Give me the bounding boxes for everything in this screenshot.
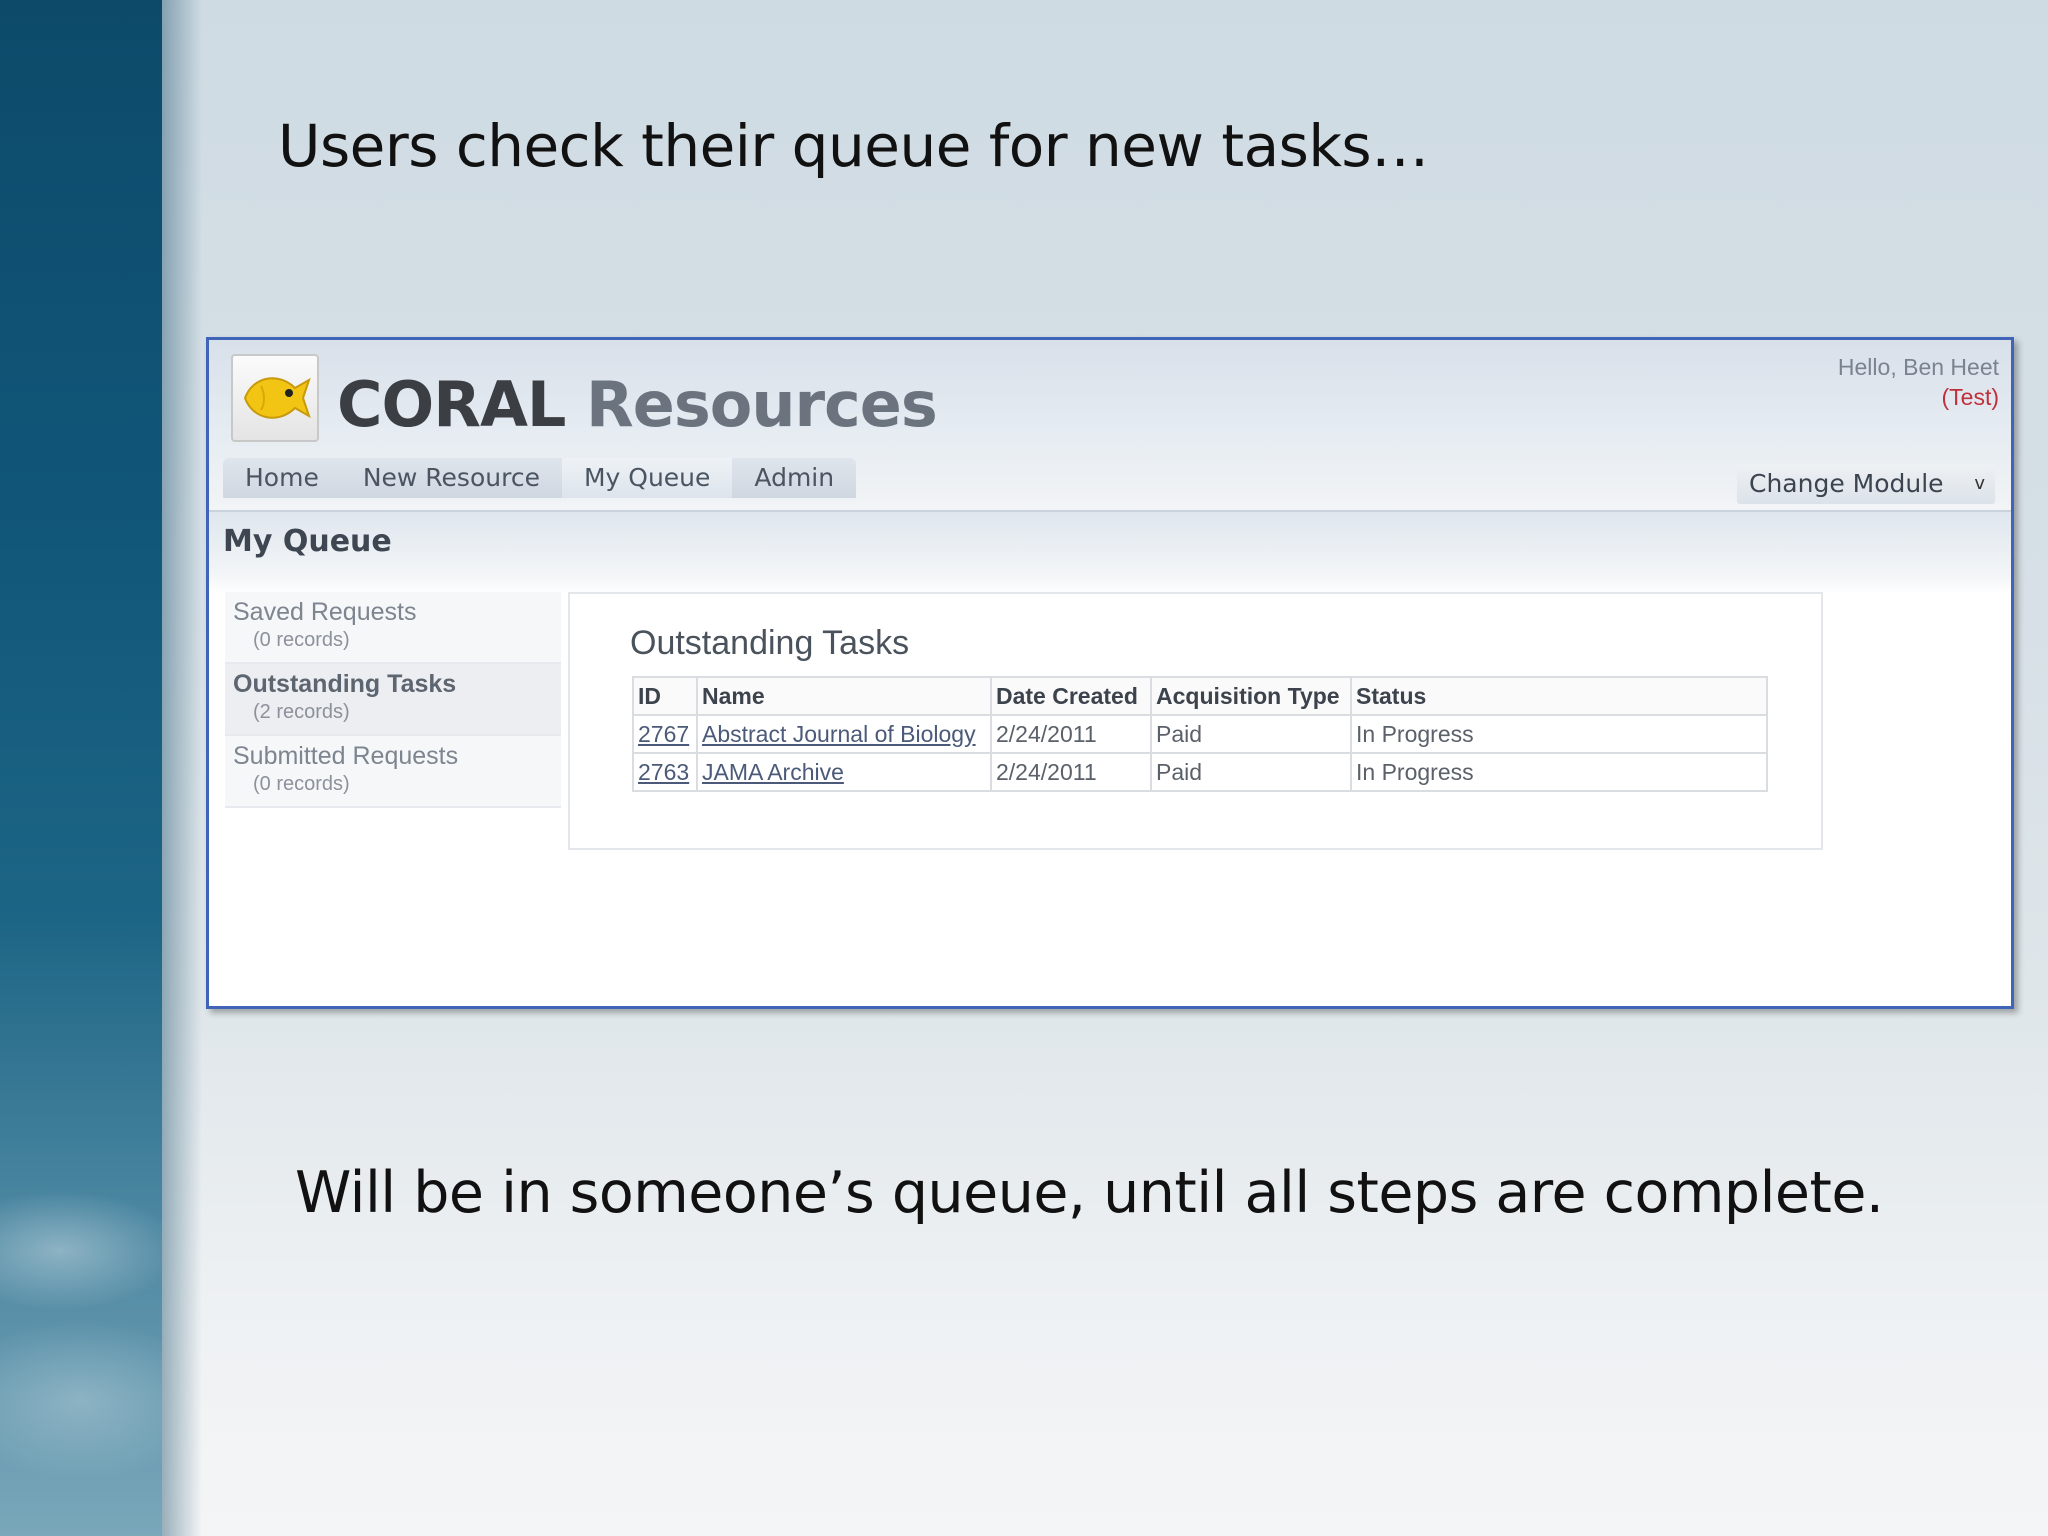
sidebar-item-label: Outstanding Tasks: [233, 670, 457, 698]
table-header-row: ID Name Date Created Acquisition Type St…: [632, 676, 1768, 716]
change-module-select[interactable]: Change Module v: [1737, 464, 1995, 504]
table-row: 2763 JAMA Archive 2/24/2011 Paid In Prog…: [632, 752, 1768, 792]
outstanding-tasks-panel: Outstanding Tasks ID Name Date Created A…: [568, 592, 1823, 850]
user-greeting: Hello, Ben Heet (Test): [1838, 352, 1999, 412]
resource-name-link[interactable]: Abstract Journal of Biology: [702, 721, 976, 747]
cell-status: In Progress: [1350, 714, 1768, 754]
column-header-acquisition-type[interactable]: Acquisition Type: [1150, 676, 1352, 716]
fish-logo-icon[interactable]: [231, 354, 319, 442]
task-id-link[interactable]: 2763: [638, 759, 689, 785]
cell-name: JAMA Archive: [696, 752, 992, 792]
table-row: 2767 Abstract Journal of Biology 2/24/20…: [632, 714, 1768, 754]
greeting-text: Hello, Ben Heet: [1837, 354, 1999, 380]
sidebar-item-count: (0 records): [253, 629, 350, 651]
cell-date-created: 2/24/2011: [990, 752, 1152, 792]
test-mode-label: (Test): [1941, 384, 2000, 410]
sidebar-item-saved-requests[interactable]: Saved Requests (0 records): [225, 592, 561, 664]
nav-my-queue[interactable]: My Queue: [561, 458, 733, 498]
cell-acquisition-type: Paid: [1150, 714, 1352, 754]
cell-id: 2767: [632, 714, 698, 754]
nav-home[interactable]: Home: [223, 458, 341, 498]
slide-caption: Will be in someone’s queue, until all st…: [295, 1160, 1884, 1226]
sidebar-item-outstanding-tasks[interactable]: Outstanding Tasks (2 records): [225, 664, 561, 736]
page-title: My Queue: [223, 524, 392, 559]
page-title-bar: My Queue: [209, 512, 2011, 594]
column-header-id[interactable]: ID: [632, 676, 698, 716]
task-id-link[interactable]: 2767: [638, 721, 689, 747]
column-header-date-created[interactable]: Date Created: [990, 676, 1152, 716]
slide-title: Users check their queue for new tasks…: [278, 112, 1429, 180]
resource-name-link[interactable]: JAMA Archive: [702, 759, 844, 785]
queue-sidebar: Saved Requests (0 records) Outstanding T…: [225, 592, 561, 808]
chevron-down-icon: v: [1974, 473, 1985, 494]
coral-app-screenshot: CORAL Resources Hello, Ben Heet (Test) H…: [206, 337, 2014, 1009]
sidebar-item-label: Submitted Requests: [233, 742, 459, 770]
column-header-status[interactable]: Status: [1350, 676, 1768, 716]
cell-acquisition-type: Paid: [1150, 752, 1352, 792]
sidebar-item-submitted-requests[interactable]: Submitted Requests (0 records): [225, 736, 561, 808]
main-nav: Home New Resource My Queue Admin: [223, 458, 857, 498]
cell-date-created: 2/24/2011: [990, 714, 1152, 754]
brand-primary: CORAL: [337, 368, 566, 441]
change-module-label: Change Module: [1749, 469, 1944, 498]
ocean-side-strip: [0, 0, 202, 1536]
tasks-table: ID Name Date Created Acquisition Type St…: [632, 676, 1768, 792]
sidebar-item-count: (2 records): [253, 701, 350, 723]
cell-id: 2763: [632, 752, 698, 792]
nav-new-resource[interactable]: New Resource: [341, 458, 562, 498]
nav-admin[interactable]: Admin: [732, 458, 856, 498]
panel-title: Outstanding Tasks: [630, 624, 910, 662]
cell-name: Abstract Journal of Biology: [696, 714, 992, 754]
app-header: CORAL Resources Hello, Ben Heet (Test) H…: [209, 340, 2011, 512]
app-brand: CORAL Resources: [337, 368, 938, 441]
cell-status: In Progress: [1350, 752, 1768, 792]
sidebar-item-label: Saved Requests: [233, 598, 417, 626]
brand-secondary: Resources: [586, 368, 938, 441]
sidebar-item-count: (0 records): [253, 773, 350, 795]
column-header-name[interactable]: Name: [696, 676, 992, 716]
